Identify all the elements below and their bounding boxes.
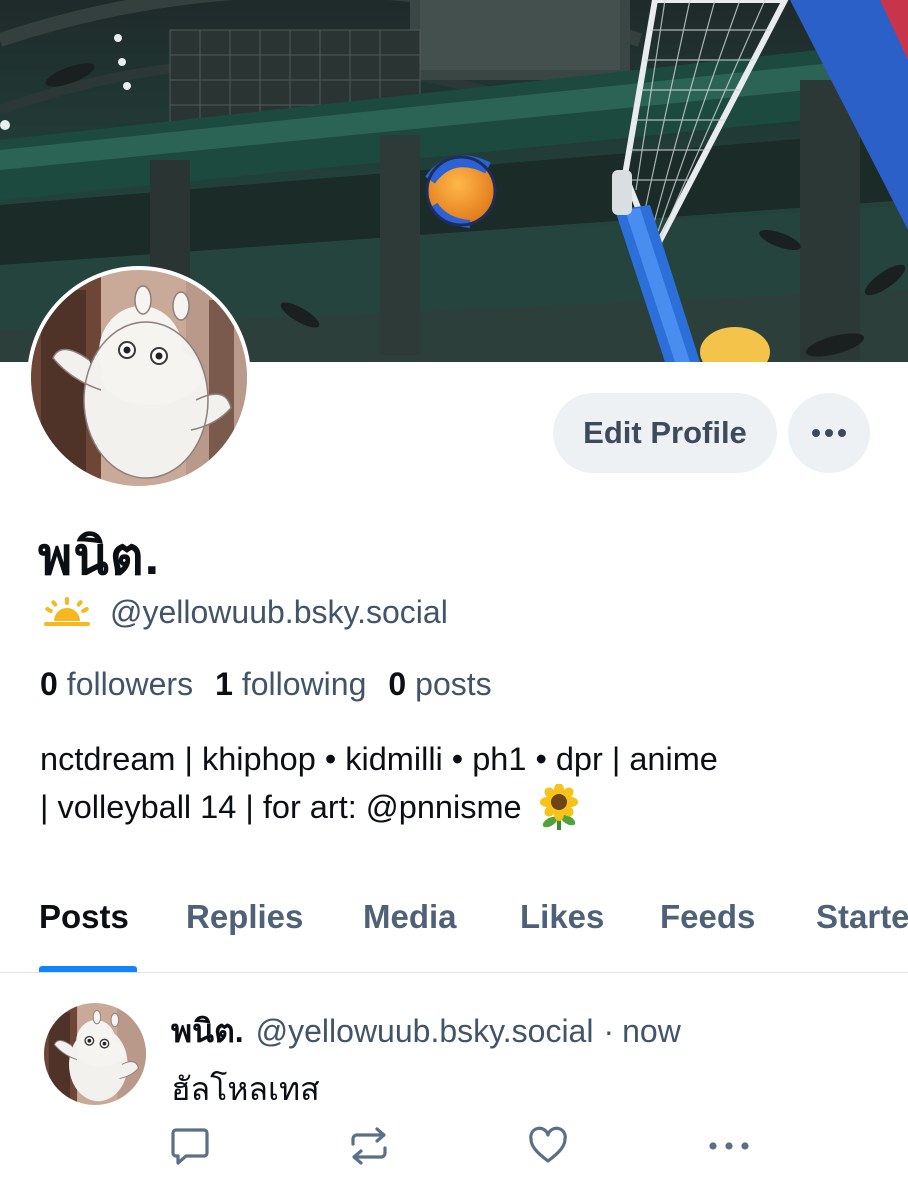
followers-stat[interactable]: 0 followers [40, 666, 193, 703]
profile-tabs: Posts Replies Media Likes Feeds Starter [0, 880, 908, 973]
like-button[interactable] [528, 1124, 568, 1173]
post-text: ฮัลโหลเทส [171, 1071, 320, 1107]
following-stat[interactable]: 1 following [215, 666, 366, 703]
edit-profile-label: Edit Profile [583, 415, 747, 450]
repost-icon [351, 1127, 387, 1165]
profile-bio: nctdream | khiphop • kidmilli • ph1 • dp… [40, 735, 890, 831]
post-author-handle[interactable]: @yellowuub.bsky.social [256, 1013, 594, 1050]
moomin-avatar-image [31, 270, 247, 486]
post-avatar[interactable] [44, 1003, 146, 1105]
sunflower-emoji-icon [539, 784, 578, 830]
more-icon [709, 1142, 749, 1150]
reply-button[interactable] [170, 1124, 210, 1173]
display-name: พนิต. [38, 528, 161, 586]
following-count: 1 [215, 665, 233, 702]
tab-likes[interactable]: Likes [520, 898, 604, 936]
posts-label: posts [415, 665, 492, 702]
profile-avatar[interactable] [27, 266, 251, 490]
post-actions [0, 1124, 908, 1174]
profile-more-button[interactable] [788, 393, 870, 473]
followers-label: followers [66, 665, 194, 702]
tab-posts[interactable]: Posts [39, 898, 129, 936]
active-tab-indicator [39, 966, 137, 972]
posts-count: 0 [388, 665, 407, 702]
post-more-button[interactable] [707, 1124, 751, 1173]
followers-count: 0 [40, 665, 58, 702]
like-icon [529, 1126, 567, 1163]
sunrise-emoji-icon [44, 597, 90, 626]
following-label: following [241, 665, 367, 702]
post-separator: · [603, 1012, 615, 1049]
tab-replies[interactable]: Replies [186, 898, 303, 936]
bio-line-2: | volleyball 14 | for art: @pnnisme [40, 789, 522, 825]
bio-line-1: nctdream | khiphop • kidmilli • ph1 • dp… [40, 741, 718, 777]
posts-stat: 0 posts [388, 666, 491, 703]
post-header: พนิต. @yellowuub.bsky.social · now [171, 1010, 681, 1052]
tab-starter[interactable]: Starter [816, 898, 908, 936]
repost-button[interactable] [349, 1124, 389, 1173]
post-timestamp[interactable]: now [622, 1013, 681, 1050]
tab-media[interactable]: Media [363, 898, 457, 936]
profile-handle[interactable]: @yellowuub.bsky.social [110, 594, 448, 631]
profile-stats: 0 followers 1 following 0 posts [40, 662, 514, 706]
post-author-name[interactable]: พนิต. [171, 1006, 244, 1057]
tab-feeds[interactable]: Feeds [660, 898, 755, 936]
ellipsis-icon [812, 429, 846, 437]
moomin-avatar-image [44, 1003, 146, 1105]
edit-profile-button[interactable]: Edit Profile [553, 393, 777, 473]
reply-icon [171, 1128, 209, 1165]
handle-row: @yellowuub.bsky.social [40, 590, 448, 634]
